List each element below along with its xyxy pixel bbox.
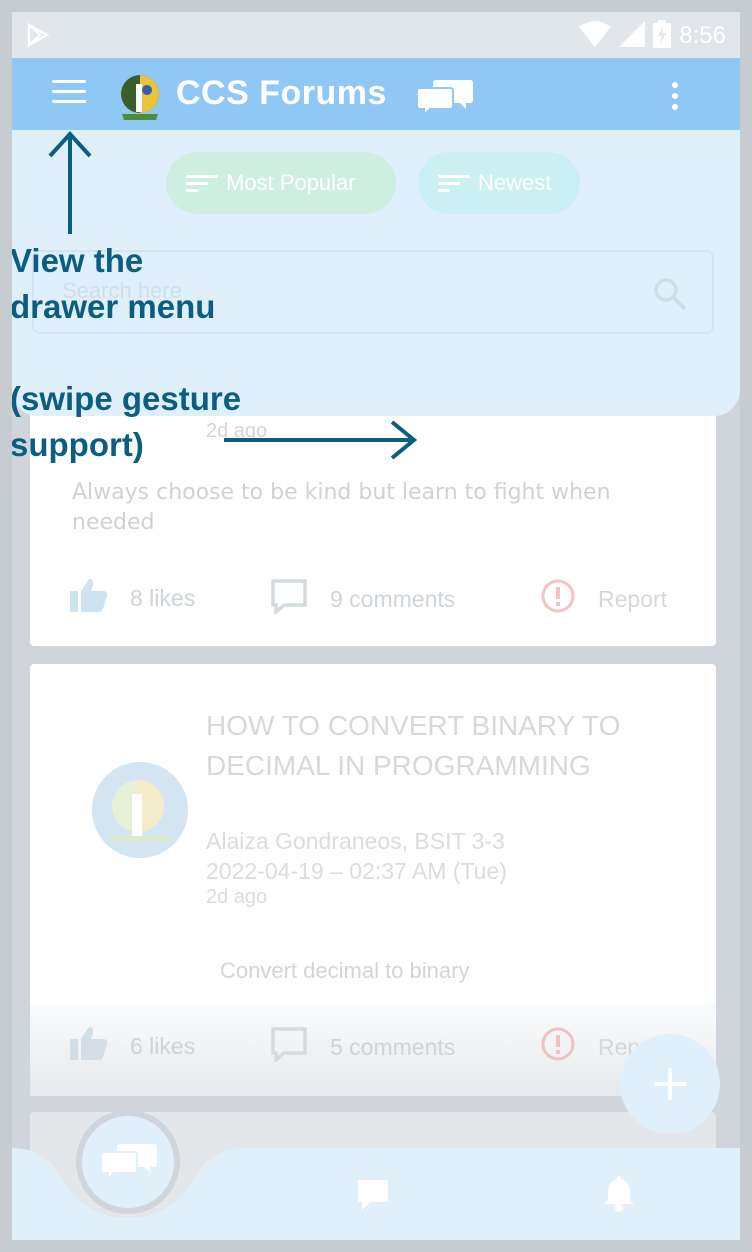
filter-icon	[186, 171, 218, 196]
comment-button[interactable]: 9 comments	[270, 578, 455, 620]
filter-icon	[438, 171, 470, 196]
swipe-arrow-icon	[224, 420, 418, 460]
comment-icon	[270, 1026, 308, 1068]
post-title: HOW TO CONVERT BINARY TO DECIMAL IN PROG…	[206, 710, 621, 781]
post-body: Convert decimal to binary	[220, 958, 470, 983]
swipe-annotation-line2: support)	[12, 426, 144, 463]
signal-icon	[619, 21, 646, 51]
play-store-icon	[26, 22, 50, 51]
likes-count: 6 likes	[130, 1032, 196, 1059]
app-screen: 8:56 CCS Forums 2d ago Always choose to …	[12, 12, 740, 1240]
swipe-annotation-line1: (swipe gesture	[12, 380, 242, 417]
drawer-annotation-line2: drawer menu	[12, 288, 216, 325]
comment-button[interactable]: 5 comments	[270, 1026, 455, 1068]
post-author: Alaiza Gondraneos, BSIT 3-3	[206, 828, 505, 854]
add-post-button[interactable]	[620, 1034, 720, 1134]
report-label: Report	[598, 585, 668, 612]
search-icon[interactable]	[652, 276, 688, 316]
post-card[interactable]: HOW TO CONVERT BINARY TO DECIMAL IN PROG…	[30, 664, 716, 1096]
post-actions: 6 likes 5 comments Rep	[30, 1026, 716, 1076]
chat-bubbles-icon	[416, 78, 474, 120]
chat-icon[interactable]	[356, 1178, 390, 1216]
like-button[interactable]: 8 likes	[70, 578, 195, 618]
post-actions: 8 likes 9 comments Report	[30, 578, 716, 628]
report-button[interactable]: Report	[540, 578, 667, 620]
nav-forums-button[interactable]	[76, 1110, 180, 1214]
battery-icon	[653, 20, 672, 52]
ccs-logo-icon	[116, 70, 164, 126]
drawer-annotation: View the drawer menu	[12, 238, 215, 330]
status-time: 8:56	[679, 22, 726, 49]
report-icon	[540, 1026, 576, 1068]
post-author-date: Alaiza Gondraneos, BSIT 3-3 2022-04-19 –…	[206, 826, 507, 886]
more-vert-icon[interactable]	[672, 82, 684, 115]
post-body: Always choose to be kind but learn to fi…	[72, 480, 611, 535]
filter-most-popular-label: Most Popular	[226, 170, 356, 195]
swipe-annotation: (swipe gesture support)	[12, 376, 241, 468]
chat-bubbles-icon	[100, 1144, 157, 1182]
filter-newest-label: Newest	[478, 170, 552, 195]
post-date: 2022-04-19 – 02:37 AM (Tue)	[206, 858, 507, 884]
filter-newest-button[interactable]: Newest	[418, 152, 580, 214]
filter-most-popular-button[interactable]: Most Popular	[166, 152, 396, 214]
likes-count: 8 likes	[130, 584, 196, 611]
post-ago: 2d ago	[206, 886, 268, 908]
report-icon	[540, 578, 576, 620]
status-bar: 8:56	[12, 12, 740, 58]
drawer-annotation-line1: View the	[12, 242, 144, 279]
bell-icon[interactable]	[602, 1174, 636, 1216]
drawer-arrow-icon	[48, 131, 92, 234]
thumb-up-icon	[70, 1026, 108, 1066]
comments-count: 9 comments	[330, 585, 456, 612]
menu-icon[interactable]	[52, 80, 86, 108]
app-title: CCS Forums	[176, 74, 387, 112]
wifi-icon	[579, 21, 612, 51]
comment-icon	[270, 578, 308, 620]
thumb-up-icon	[70, 578, 108, 618]
avatar	[92, 762, 188, 858]
like-button[interactable]: 6 likes	[70, 1026, 195, 1066]
comments-count: 5 comments	[330, 1033, 456, 1060]
app-bar: CCS Forums	[12, 58, 740, 130]
